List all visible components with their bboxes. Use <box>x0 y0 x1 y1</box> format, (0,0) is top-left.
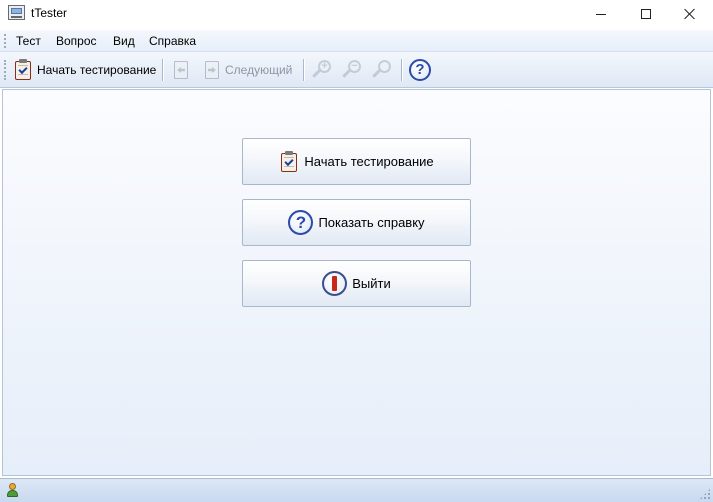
help-toolbar-button[interactable]: ? <box>409 58 431 82</box>
toolbar-separator <box>303 59 304 81</box>
toolbar-grip[interactable] <box>4 60 7 80</box>
maximize-button[interactable] <box>623 0 669 28</box>
menu-bar: Тест Вопрос Вид Справка <box>0 30 713 52</box>
show-help-button[interactable]: ? Показать справку <box>242 199 471 246</box>
show-help-label: Показать справку <box>318 215 425 230</box>
menu-test[interactable]: Тест <box>16 34 41 48</box>
resize-grip[interactable] <box>699 488 711 500</box>
zoom-in-icon: + <box>311 59 333 81</box>
zoom-in-button[interactable]: + <box>311 58 333 82</box>
start-test-label: Начать тестирование <box>304 154 434 169</box>
help-icon: ? <box>288 210 314 235</box>
exit-button[interactable]: Выйти <box>242 260 471 307</box>
zoom-out-icon: − <box>341 59 363 81</box>
menu-question[interactable]: Вопрос <box>56 34 97 48</box>
exit-icon <box>322 271 348 296</box>
status-bar <box>0 478 713 502</box>
app-icon <box>8 5 25 20</box>
zoom-reset-button[interactable] <box>371 58 393 82</box>
user-icon <box>6 483 19 498</box>
start-test-toolbar-button[interactable]: Начать тестирование <box>13 58 156 82</box>
menu-help[interactable]: Справка <box>149 34 196 48</box>
help-icon: ? <box>409 59 431 81</box>
toolbar-separator <box>162 59 163 81</box>
magnifier-icon <box>371 59 393 81</box>
start-test-toolbar-label: Начать тестирование <box>37 63 157 77</box>
close-button[interactable] <box>667 0 713 28</box>
previous-icon <box>172 60 190 80</box>
title-bar: tTester <box>0 0 713 28</box>
next-question-label: Следующий <box>225 63 293 77</box>
minimize-button[interactable] <box>578 0 624 28</box>
next-icon <box>203 60 221 80</box>
zoom-out-button[interactable]: − <box>341 58 363 82</box>
clipboard-check-icon <box>279 150 299 173</box>
window-title: tTester <box>31 6 68 20</box>
clipboard-check-icon <box>13 59 33 81</box>
start-test-button[interactable]: Начать тестирование <box>242 138 471 185</box>
next-question-button[interactable]: Следующий <box>203 58 292 82</box>
minimize-icon <box>596 13 606 15</box>
close-icon <box>684 8 696 20</box>
previous-question-button[interactable] <box>172 58 190 82</box>
exit-label: Выйти <box>352 276 391 291</box>
toolbar: Начать тестирование Следующий + − ? <box>0 52 713 88</box>
menu-grip[interactable] <box>4 34 7 48</box>
maximize-icon <box>641 9 651 19</box>
toolbar-separator <box>401 59 402 81</box>
menu-view[interactable]: Вид <box>113 34 135 48</box>
